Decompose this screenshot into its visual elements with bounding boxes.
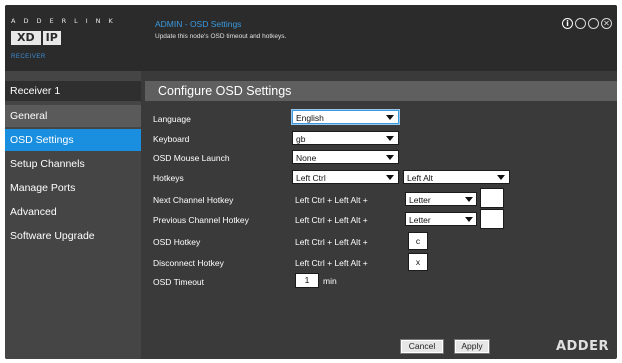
chevron-down-icon: [465, 197, 473, 202]
apply-button[interactable]: Apply: [454, 339, 490, 354]
circle-icon[interactable]: [575, 18, 586, 29]
chevron-down-icon: [386, 155, 394, 160]
hotkey-modifier-1-select[interactable]: Left Ctrl: [292, 170, 399, 184]
next-channel-prefix: Left Ctrl + Left Alt +: [295, 195, 368, 205]
language-label: Language: [153, 114, 191, 124]
hotkey-modifier-1-value: Left Ctrl: [296, 173, 326, 183]
app-frame: ADDERLINK XD IP RECEIVER ADMIN - OSD Set…: [0, 0, 622, 363]
circle-icon[interactable]: [588, 18, 599, 29]
prev-channel-prefix: Left Ctrl + Left Alt +: [295, 215, 368, 225]
hotkey-modifier-2-value: Left Alt: [407, 173, 433, 183]
adder-brand-logo: ADDER: [556, 339, 609, 354]
page-title: ADMIN - OSD Settings: [155, 19, 242, 29]
info-icon[interactable]: i: [562, 18, 573, 29]
disconnect-label: Disconnect Hotkey: [153, 258, 224, 268]
sidebar-receiver: Receiver 1: [5, 81, 141, 101]
language-select[interactable]: English: [291, 109, 400, 125]
mouse-launch-value: None: [296, 153, 317, 163]
sidebar-item-manage-ports[interactable]: Manage Ports: [5, 177, 141, 199]
logo-product: XD IP: [11, 31, 61, 45]
mouse-launch-label: OSD Mouse Launch: [153, 153, 230, 163]
next-channel-type-value: Letter: [409, 195, 431, 205]
chevron-down-icon: [386, 136, 394, 141]
prev-channel-type-select[interactable]: Letter: [405, 212, 477, 226]
keyboard-label: Keyboard: [153, 134, 190, 144]
sidebar-item-osd-settings[interactable]: OSD Settings: [5, 129, 141, 151]
next-channel-label: Next Channel Hotkey: [153, 195, 234, 205]
osd-hotkey-label: OSD Hotkey: [153, 237, 201, 247]
sidebar-item-general[interactable]: General: [5, 105, 141, 127]
timeout-label: OSD Timeout: [153, 277, 205, 287]
page-subtitle: Update this node's OSD timeout and hotke…: [155, 33, 287, 40]
header-icons: i ✕: [562, 18, 612, 29]
timeout-input[interactable]: 1: [295, 273, 319, 288]
hotkeys-label: Hotkeys: [153, 173, 184, 183]
logo-xd: XD: [11, 31, 41, 45]
sidebar-item-setup-channels[interactable]: Setup Channels: [5, 153, 141, 175]
sidebar-item-software-upgrade[interactable]: Software Upgrade: [5, 225, 141, 247]
adder-brand-text: ADDER: [555, 339, 609, 354]
header: ADDERLINK XD IP RECEIVER ADMIN - OSD Set…: [5, 5, 617, 71]
close-icon[interactable]: ✕: [601, 18, 612, 29]
chevron-down-icon: [386, 175, 394, 180]
prev-channel-key-input[interactable]: [480, 209, 504, 229]
chevron-down-icon: [465, 217, 473, 222]
disconnect-key-input[interactable]: x: [408, 253, 428, 271]
chevron-down-icon: [497, 175, 505, 180]
logo-brand: ADDERLINK: [11, 17, 121, 25]
next-channel-type-select[interactable]: Letter: [405, 192, 477, 206]
hotkey-modifier-2-select[interactable]: Left Alt: [403, 170, 510, 184]
disconnect-prefix: Left Ctrl + Left Alt +: [295, 258, 368, 268]
adderlink-logo: ADDERLINK XD IP RECEIVER: [11, 17, 141, 67]
keyboard-value: gb: [296, 134, 306, 144]
prev-channel-label: Previous Channel Hotkey: [153, 215, 249, 225]
chevron-down-icon: [386, 115, 394, 120]
timeout-unit: min: [323, 276, 337, 286]
logo-role: RECEIVER: [11, 54, 46, 60]
mouse-launch-select[interactable]: None: [292, 150, 399, 164]
next-channel-key-input[interactable]: [480, 188, 504, 208]
osd-hotkey-prefix: Left Ctrl + Left Alt +: [295, 237, 368, 247]
logo-ip: IP: [42, 31, 61, 45]
sidebar-item-advanced[interactable]: Advanced: [5, 201, 141, 223]
prev-channel-type-value: Letter: [409, 215, 431, 225]
keyboard-select[interactable]: gb: [292, 131, 399, 145]
language-value: English: [296, 113, 324, 123]
section-heading: Configure OSD Settings: [145, 81, 617, 101]
osd-window: ADDERLINK XD IP RECEIVER ADMIN - OSD Set…: [5, 5, 617, 359]
osd-hotkey-key-input[interactable]: c: [408, 232, 428, 250]
sidebar: Receiver 1 General OSD Settings Setup Ch…: [5, 71, 141, 359]
cancel-button[interactable]: Cancel: [400, 339, 444, 354]
